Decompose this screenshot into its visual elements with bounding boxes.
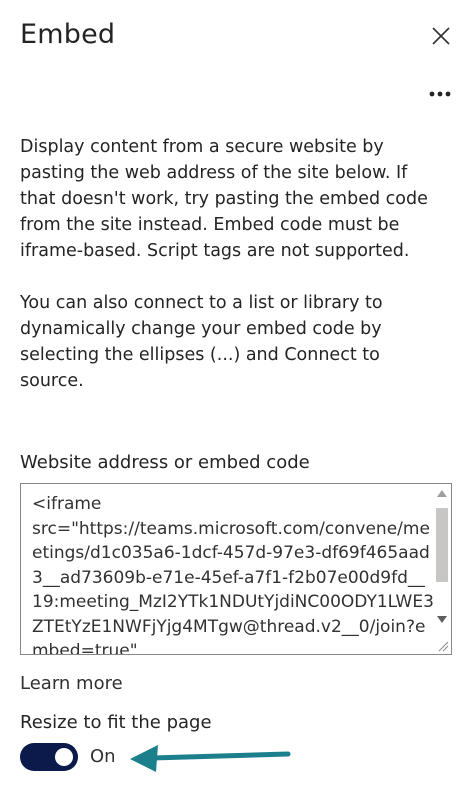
callout-arrow-icon — [130, 745, 291, 772]
scroll-thumb[interactable] — [436, 508, 448, 582]
embed-field-label: Website address or embed code — [20, 452, 310, 473]
description-paragraph-2: You can also connect to a list or librar… — [20, 293, 383, 391]
description-paragraph-1: Display content from a secure website by… — [20, 137, 428, 261]
more-options-icon — [429, 91, 451, 97]
toggle-knob — [55, 748, 73, 766]
close-button[interactable] — [430, 25, 452, 47]
embed-code-value[interactable]: <iframe src="https://teams.microsoft.com… — [32, 492, 434, 654]
learn-more-link[interactable]: Learn more — [20, 672, 123, 696]
more-options-button[interactable] — [426, 84, 454, 104]
resize-to-fit-label: Resize to fit the page — [20, 712, 212, 733]
embed-code-textarea[interactable]: <iframe src="https://teams.microsoft.com… — [20, 483, 452, 655]
toggle-state-label: On — [90, 746, 116, 767]
close-icon — [432, 27, 450, 45]
resize-grip-icon[interactable] — [437, 640, 449, 652]
textarea-scrollbar[interactable] — [433, 484, 451, 654]
resize-toggle[interactable] — [20, 743, 78, 771]
panel-title: Embed — [20, 19, 116, 50]
scroll-up-icon[interactable] — [437, 490, 447, 497]
scroll-down-icon[interactable] — [437, 616, 447, 623]
